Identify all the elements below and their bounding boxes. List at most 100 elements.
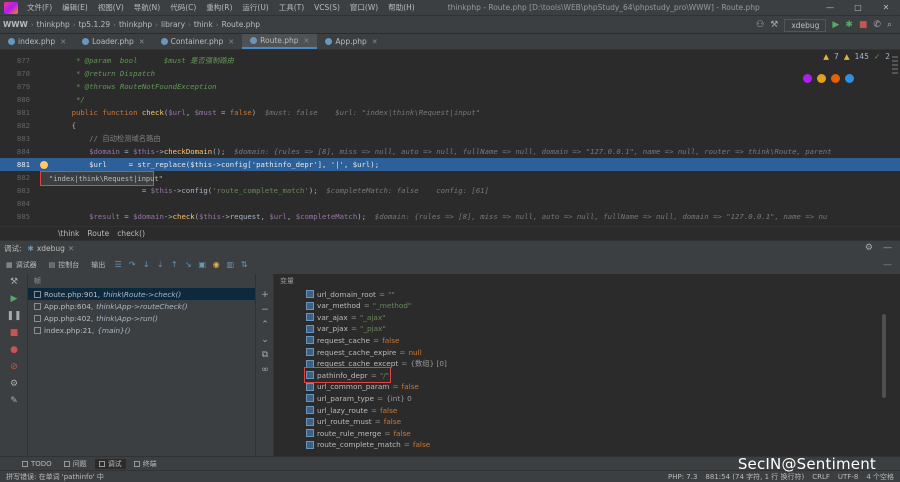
gutter[interactable] xyxy=(34,80,54,93)
search-icon[interactable]: ⌕ xyxy=(887,20,892,30)
wrench-icon[interactable]: ⚒ xyxy=(0,274,28,291)
show-execution-point-icon[interactable]: ☰ xyxy=(113,260,123,270)
frame-item[interactable]: Route.php:901, think\Route->check() xyxy=(28,288,255,300)
gutter[interactable] xyxy=(34,106,54,119)
menu-navigate[interactable]: 导航(N) xyxy=(129,2,165,13)
variable-row[interactable]: route_complete_match = false xyxy=(306,439,430,451)
run-config-select[interactable]: xdebug xyxy=(784,18,827,32)
frame-item[interactable]: index.php:21, {main}() xyxy=(28,324,255,336)
debug-icon[interactable]: ✱ xyxy=(845,20,853,30)
remove-icon[interactable]: − xyxy=(256,303,274,318)
gutter[interactable] xyxy=(34,54,54,67)
line-number[interactable]: 877 xyxy=(0,56,34,65)
tab-console[interactable]: ▤ 控制台 xyxy=(43,260,86,270)
chrome-icon[interactable] xyxy=(817,74,826,83)
code-line-current[interactable]: 881 $url = str_replace($this->config['pa… xyxy=(0,158,900,171)
run-icon[interactable]: ▶ xyxy=(832,20,839,30)
crumb-namespace[interactable]: \think xyxy=(58,229,79,238)
minimize-icon[interactable]: — xyxy=(816,0,844,16)
close-tab-icon[interactable]: ✕ xyxy=(60,38,66,46)
tab-app-php[interactable]: App.php ✕ xyxy=(317,34,385,49)
pin-icon[interactable]: ✎ xyxy=(0,393,28,410)
gutter[interactable] xyxy=(34,67,54,80)
copy-icon[interactable]: ⧉ xyxy=(256,348,274,363)
code-editor[interactable]: 877 * @param bool $must 是否强制路由 878 * @ret… xyxy=(0,50,900,226)
evaluate-icon[interactable]: ▣ xyxy=(197,260,207,270)
tab-output[interactable]: 输出 xyxy=(85,260,111,270)
gutter[interactable] xyxy=(34,210,54,223)
resume-icon[interactable]: ▶ xyxy=(0,291,28,308)
line-number[interactable]: 882 xyxy=(0,173,34,182)
tool-tab-problems[interactable]: 问题 xyxy=(60,459,91,469)
line-number[interactable]: 881 xyxy=(0,160,34,169)
crumb-www[interactable]: WWW xyxy=(0,20,31,29)
frame-item[interactable]: App.php:604, think\App->routeCheck() xyxy=(28,300,255,312)
variable-row[interactable]: url_domain_root = "" xyxy=(306,288,395,300)
menu-view[interactable]: 视图(V) xyxy=(93,2,129,13)
tab-debugger[interactable]: ▦ 调试器 xyxy=(0,260,43,270)
close-tab-icon[interactable]: ✕ xyxy=(304,37,310,45)
crumb-route-file[interactable]: Route.php xyxy=(219,20,263,29)
phone-icon[interactable]: ✆ xyxy=(873,20,881,30)
step-over-icon[interactable]: ↷ xyxy=(127,260,137,270)
variables-scrollbar[interactable] xyxy=(882,314,886,398)
code-line[interactable]: 880 */ xyxy=(0,93,900,106)
variable-row[interactable]: url_param_type = {int} 0 xyxy=(306,392,412,404)
gutter[interactable] xyxy=(34,145,54,158)
gutter[interactable] xyxy=(34,119,54,132)
hide-icon[interactable]: — xyxy=(883,243,892,253)
code-line[interactable]: 881 public function check($url, $must = … xyxy=(0,106,900,119)
line-number[interactable]: 882 xyxy=(0,121,34,130)
line-number[interactable]: 883 xyxy=(0,186,34,195)
php-version[interactable]: PHP: 7.3 xyxy=(668,473,697,481)
code-line[interactable]: 883 // 自动检测域名路由 xyxy=(0,132,900,145)
pause-icon[interactable]: ❚❚ xyxy=(0,308,28,325)
gutter[interactable] xyxy=(34,93,54,106)
close-tab-icon[interactable]: ✕ xyxy=(228,38,234,46)
gutter[interactable] xyxy=(34,197,54,210)
stop-icon[interactable]: ■ xyxy=(0,325,28,342)
menu-help[interactable]: 帮助(H) xyxy=(383,2,420,13)
cursor-position[interactable]: 881:54 (74 字符, 1 行 换行符) xyxy=(705,472,804,482)
close-icon[interactable]: ✕ xyxy=(872,0,900,16)
move-up-icon[interactable]: ⌃ xyxy=(256,318,274,333)
line-number[interactable]: 883 xyxy=(0,134,34,143)
crumb-think[interactable]: think xyxy=(191,20,216,29)
more-icon[interactable]: — xyxy=(883,260,892,270)
crumb-library[interactable]: library xyxy=(158,20,188,29)
line-number[interactable]: 885 xyxy=(0,212,34,221)
lightbulb-icon[interactable] xyxy=(40,161,48,169)
menu-file[interactable]: 文件(F) xyxy=(22,2,57,13)
line-number[interactable]: 881 xyxy=(0,108,34,117)
tab-route-php[interactable]: Route.php ✕ xyxy=(242,34,318,49)
frames-icon[interactable]: ▥ xyxy=(225,260,235,270)
add-icon[interactable]: + xyxy=(256,288,274,303)
variable-row[interactable]: url_lazy_route = false xyxy=(306,404,397,416)
watch-icon[interactable]: ◉ xyxy=(211,260,221,270)
variable-row[interactable]: var_ajax = "_ajax" xyxy=(306,311,386,323)
gutter[interactable] xyxy=(34,158,54,171)
line-number[interactable]: 884 xyxy=(0,199,34,208)
view-breakpoints-icon[interactable]: ● xyxy=(0,342,28,359)
debug-session-tab[interactable]: ✱ xdebug ✕ xyxy=(28,244,75,253)
step-out-icon[interactable]: ↑ xyxy=(169,260,179,270)
line-number[interactable]: 878 xyxy=(0,69,34,78)
variable-row[interactable]: url_common_param = false xyxy=(306,381,419,393)
gutter[interactable] xyxy=(34,132,54,145)
code-line[interactable]: 884 xyxy=(0,197,900,210)
code-line[interactable]: 878 * @return Dispatch xyxy=(0,67,900,80)
variable-row[interactable]: request_cache = false xyxy=(306,334,399,346)
close-tab-icon[interactable]: ✕ xyxy=(139,38,145,46)
indent-setting[interactable]: 4 个空格 xyxy=(866,472,894,482)
line-number[interactable]: 884 xyxy=(0,147,34,156)
frame-item[interactable]: App.php:402, think\App->run() xyxy=(28,312,255,324)
mute-breakpoints-icon[interactable]: ⊘ xyxy=(0,359,28,376)
tab-loader-php[interactable]: Loader.php ✕ xyxy=(74,34,153,49)
code-line[interactable]: 882 { xyxy=(0,119,900,132)
settings-icon[interactable]: ⚙ xyxy=(865,243,873,253)
tab-index-php[interactable]: index.php ✕ xyxy=(0,34,74,49)
variable-row[interactable]: request_cache_expire = null xyxy=(306,346,422,358)
crumb-method[interactable]: check() xyxy=(117,229,145,238)
force-step-into-icon[interactable]: ⇣ xyxy=(155,260,165,270)
menu-refactor[interactable]: 重构(R) xyxy=(201,2,237,13)
